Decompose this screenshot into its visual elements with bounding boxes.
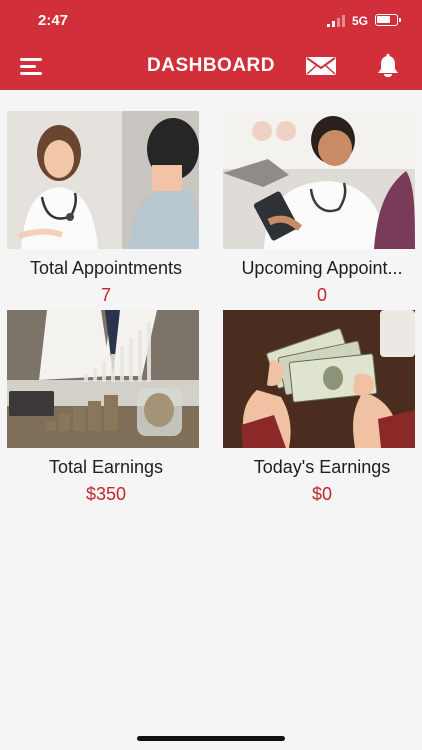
card-value: 0 [316, 285, 327, 305]
card-title: Total Appointments [29, 258, 183, 278]
doctor-consultation-image [7, 111, 199, 249]
signal-icon [327, 15, 347, 27]
card-value: 7 [100, 285, 111, 305]
doctor-tablet-image [223, 111, 415, 249]
app-header: 2:47 5G DASHBOARD [0, 0, 422, 90]
coin-stacks-image [7, 310, 199, 448]
network-label: 5G [352, 14, 369, 28]
status-time: 2:47 [38, 12, 69, 29]
card-value: $0 [311, 484, 333, 504]
dollar-bills-image [223, 310, 415, 448]
home-indicator[interactable] [137, 736, 285, 741]
status-bar: 2:47 5G [0, 0, 422, 40]
card-value: $350 [85, 484, 127, 504]
mail-icon[interactable] [305, 56, 337, 76]
battery-icon [375, 14, 401, 26]
page-title: DASHBOARD [147, 55, 275, 76]
bell-icon[interactable] [375, 53, 401, 79]
card-title: Today's Earnings [253, 457, 391, 477]
menu-icon[interactable] [20, 56, 46, 76]
card-title: Total Earnings [48, 457, 164, 477]
card-title: Upcoming Appoint... [241, 258, 403, 278]
